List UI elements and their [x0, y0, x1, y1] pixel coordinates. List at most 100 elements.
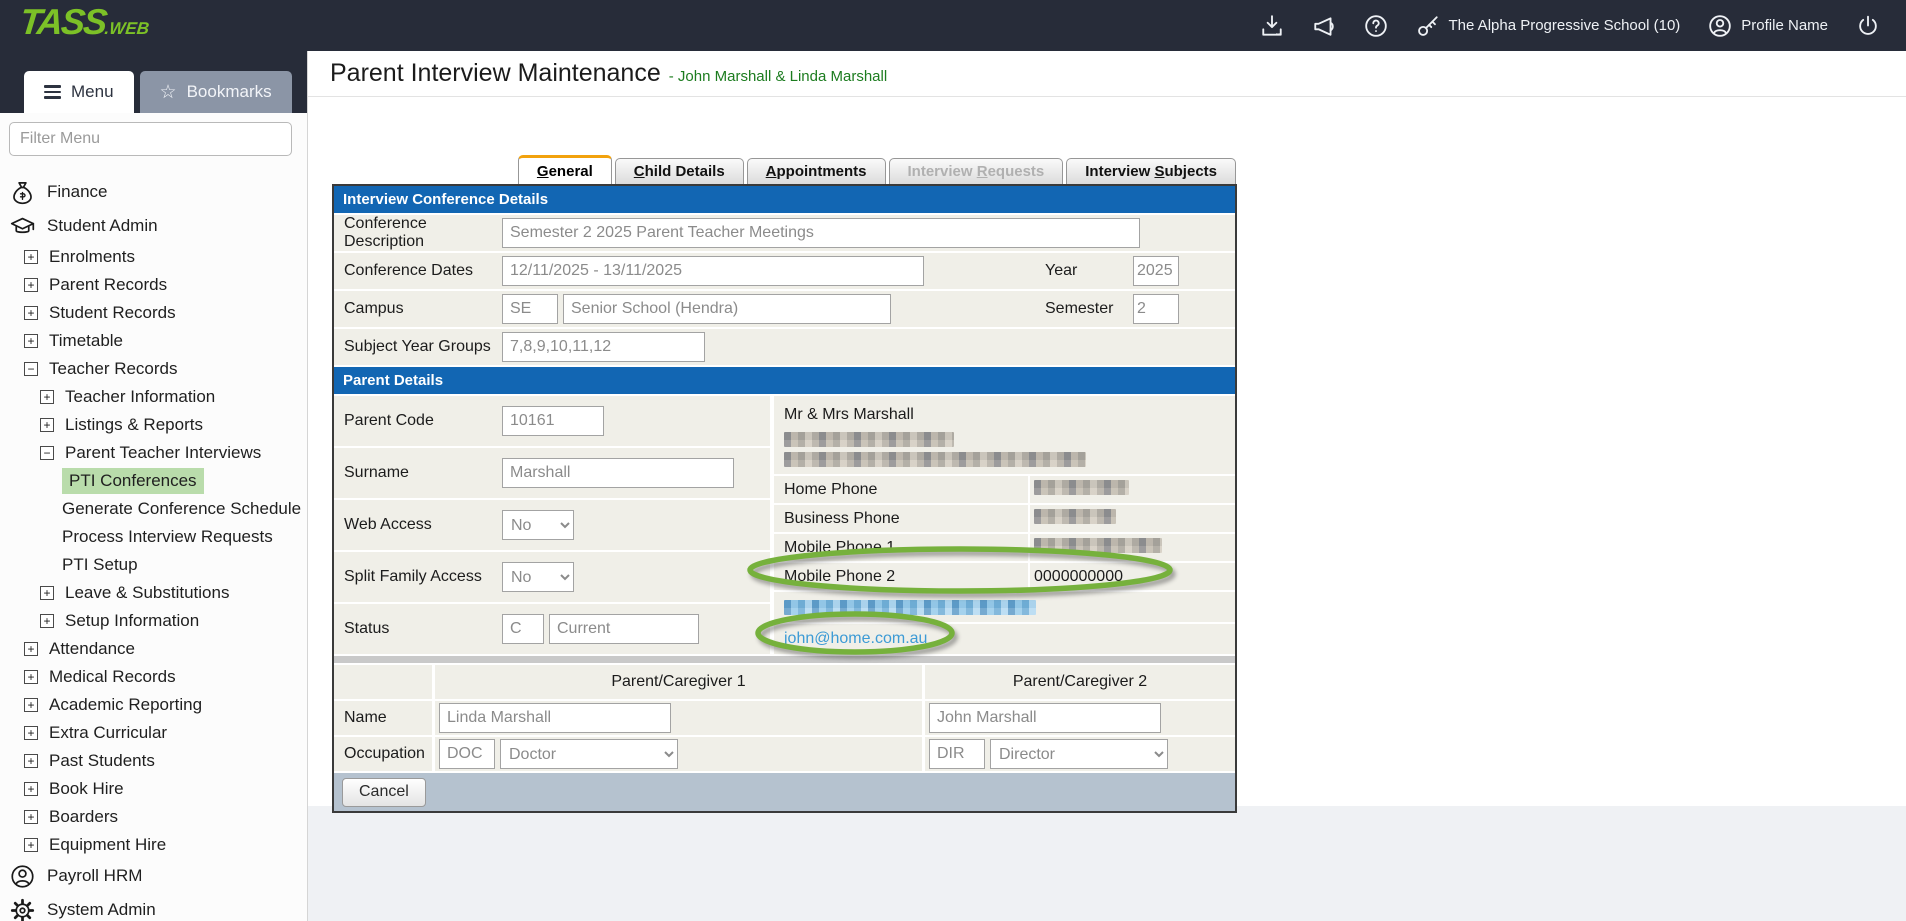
- star-icon: ☆: [160, 83, 177, 102]
- business-phone-label: Business Phone: [774, 505, 1030, 532]
- sidebar-item-teacher-records[interactable]: −Teacher Records: [0, 355, 307, 383]
- status-name-input[interactable]: [549, 614, 699, 644]
- tab-general[interactable]: General: [518, 155, 612, 184]
- sidebar-item-generate-conference-schedule[interactable]: Generate Conference Schedule: [0, 495, 307, 523]
- sidebar-item-enrolments[interactable]: +Enrolments: [0, 243, 307, 271]
- expand-plus-icon[interactable]: +: [24, 838, 38, 852]
- sidebar-nav-tabs: Menu ☆ Bookmarks: [24, 71, 292, 113]
- graduation-cap-icon: [10, 214, 35, 239]
- cancel-button[interactable]: Cancel: [342, 778, 426, 807]
- expand-plus-icon[interactable]: +: [40, 390, 54, 404]
- sidebar-item-teacher-information[interactable]: +Teacher Information: [0, 383, 307, 411]
- sidebar-item-past-students[interactable]: +Past Students: [0, 747, 307, 775]
- parent-details-columns: Parent Code Surname Web Access No: [334, 394, 1235, 656]
- menu-tab[interactable]: Menu: [24, 71, 134, 113]
- surname-label: Surname: [334, 464, 502, 482]
- expand-plus-icon[interactable]: +: [24, 334, 38, 348]
- profile-menu[interactable]: Profile Name: [1708, 14, 1828, 38]
- tab-appointments[interactable]: Appointments: [747, 158, 886, 184]
- expand-plus-icon[interactable]: +: [24, 810, 38, 824]
- redacted-mobile-phone-1: [1034, 538, 1162, 553]
- caregiver-2-name-input[interactable]: [929, 703, 1161, 733]
- expand-plus-icon[interactable]: +: [40, 614, 54, 628]
- sidebar-item-parent-records[interactable]: +Parent Records: [0, 271, 307, 299]
- web-access-label: Web Access: [334, 516, 502, 534]
- expand-plus-icon[interactable]: +: [24, 642, 38, 656]
- school-selector[interactable]: The Alpha Progressive School (10): [1416, 14, 1681, 38]
- sidebar-item-attendance[interactable]: + Attendance: [0, 635, 307, 663]
- sidebar-item-pti-setup[interactable]: PTI Setup: [0, 551, 307, 579]
- sidebar-item-student-admin[interactable]: Student Admin: [0, 209, 307, 243]
- sidebar-item-listings-reports[interactable]: +Listings & Reports: [0, 411, 307, 439]
- collapse-minus-icon[interactable]: −: [24, 362, 38, 376]
- sidebar-item-payroll-hrm[interactable]: Payroll HRM: [0, 859, 307, 893]
- surname-input[interactable]: [502, 458, 734, 488]
- caregiver-1-header: Parent/Caregiver 1: [435, 665, 922, 699]
- campus-code-input[interactable]: [502, 294, 558, 324]
- sidebar-item-boarders[interactable]: +Boarders: [0, 803, 307, 831]
- sidebar-item-leave-substitutions[interactable]: +Leave & Substitutions: [0, 579, 307, 607]
- status-label: Status: [334, 620, 502, 638]
- megaphone-icon[interactable]: [1312, 14, 1336, 38]
- profile-icon: [1708, 14, 1732, 38]
- sidebar-item-system-admin[interactable]: System Admin: [0, 893, 307, 921]
- web-access-select[interactable]: No: [502, 510, 574, 540]
- expand-plus-icon[interactable]: +: [24, 670, 38, 684]
- redacted-address-line-2: [784, 452, 1086, 467]
- expand-plus-icon[interactable]: +: [24, 754, 38, 768]
- tab-interview-subjects[interactable]: Interview Subjects: [1066, 158, 1236, 184]
- sidebar-item-parent-teacher-interviews[interactable]: −Parent Teacher Interviews: [0, 439, 307, 467]
- help-icon[interactable]: [1364, 14, 1388, 38]
- conference-dates-label: Conference Dates: [334, 262, 502, 280]
- row-mobile-phone-2: Mobile Phone 2 0000000000: [774, 563, 1235, 590]
- sidebar-item-finance[interactable]: Finance: [0, 175, 307, 209]
- year-input[interactable]: [1133, 256, 1179, 286]
- parent-code-input[interactable]: [502, 406, 604, 436]
- email-link[interactable]: john@home.com.au: [774, 630, 927, 648]
- expand-plus-icon[interactable]: +: [24, 698, 38, 712]
- caregiver-2-occupation-select[interactable]: Director: [990, 739, 1168, 769]
- sidebar-item-process-interview-requests[interactable]: Process Interview Requests: [0, 523, 307, 551]
- sidebar-item-medical-records[interactable]: +Medical Records: [0, 663, 307, 691]
- sidebar-item-academic-reporting[interactable]: +Academic Reporting: [0, 691, 307, 719]
- expand-plus-icon[interactable]: +: [24, 278, 38, 292]
- caregiver-1-name-input[interactable]: [439, 703, 671, 733]
- sidebar-item-setup-information[interactable]: +Setup Information: [0, 607, 307, 635]
- sidebar-item-label: Payroll HRM: [47, 866, 142, 886]
- subject-year-groups-input[interactable]: [502, 332, 705, 362]
- power-icon[interactable]: [1856, 14, 1880, 38]
- bookmarks-tab[interactable]: ☆ Bookmarks: [140, 71, 292, 113]
- semester-input[interactable]: [1133, 294, 1179, 324]
- expand-plus-icon[interactable]: +: [40, 418, 54, 432]
- status-code-input[interactable]: [502, 614, 544, 644]
- campus-name-input[interactable]: [563, 294, 891, 324]
- expand-plus-icon[interactable]: +: [24, 306, 38, 320]
- conference-description-input[interactable]: [502, 218, 1140, 248]
- conference-dates-input[interactable]: [502, 256, 924, 286]
- redacted-email-link[interactable]: [784, 600, 1036, 615]
- conference-rows: Conference Description Conference Dates …: [334, 213, 1235, 367]
- sidebar: Menu ☆ Bookmarks FinanceStudent Admin+En…: [0, 51, 308, 921]
- collapse-minus-icon[interactable]: −: [40, 446, 54, 460]
- sidebar-item-pti-conferences[interactable]: PTI Conferences: [0, 467, 307, 495]
- sidebar-item-label: Attendance: [49, 639, 135, 659]
- tab-child-details[interactable]: Child Details: [615, 158, 744, 184]
- expand-plus-icon[interactable]: +: [24, 250, 38, 264]
- split-family-access-select[interactable]: No: [502, 562, 574, 592]
- expand-plus-icon[interactable]: +: [24, 782, 38, 796]
- redacted-address-line-1: [784, 432, 954, 447]
- expand-plus-icon[interactable]: +: [40, 586, 54, 600]
- expand-plus-icon[interactable]: +: [24, 726, 38, 740]
- mobile-phone-1-label: Mobile Phone 1: [774, 534, 1030, 561]
- filter-menu-input[interactable]: [9, 122, 292, 156]
- download-icon[interactable]: [1260, 14, 1284, 38]
- caregiver-1-occupation-select[interactable]: Doctor: [500, 739, 678, 769]
- sidebar-item-extra-curricular[interactable]: +Extra Curricular: [0, 719, 307, 747]
- sidebar-item-book-hire[interactable]: +Book Hire: [0, 775, 307, 803]
- caregiver-2-occupation-code-input[interactable]: [929, 739, 985, 769]
- sidebar-item-equipment-hire[interactable]: +Equipment Hire: [0, 831, 307, 859]
- mobile-phone-2-value: 0000000000: [1030, 568, 1123, 586]
- sidebar-item-timetable[interactable]: +Timetable: [0, 327, 307, 355]
- sidebar-item-student-records[interactable]: +Student Records: [0, 299, 307, 327]
- caregiver-1-occupation-code-input[interactable]: [439, 739, 495, 769]
